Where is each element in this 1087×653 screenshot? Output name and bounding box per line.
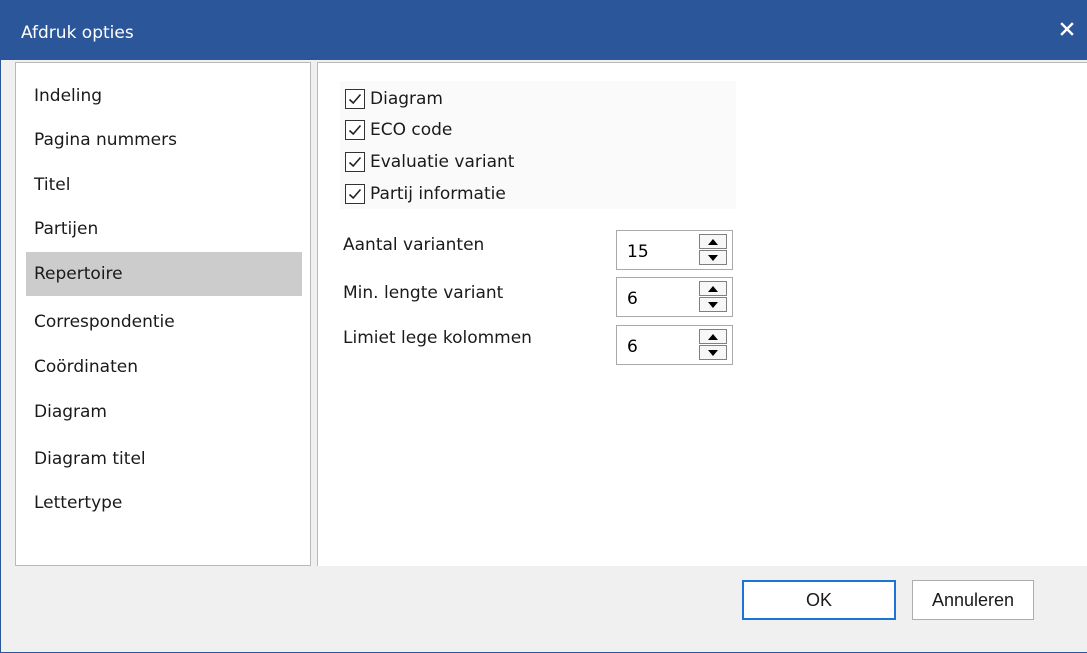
sidebar-item-repertoire[interactable]: Repertoire xyxy=(26,252,302,296)
options-panel: Diagram ECO code Evaluatie variant Parti… xyxy=(317,62,1087,566)
arrow-up-icon xyxy=(708,333,718,340)
arrow-down-icon xyxy=(708,349,718,356)
evaluatie-variant-checkbox[interactable] xyxy=(345,152,365,172)
limiet-lege-kolommen-input[interactable] xyxy=(617,326,697,364)
sidebar-item-indeling[interactable]: Indeling xyxy=(26,74,302,118)
checkmark-icon xyxy=(348,93,362,105)
print-options-dialog: Afdruk opties Indeling Pagina nummers Ti… xyxy=(0,0,1087,653)
eco-code-checkbox-row[interactable]: ECO code xyxy=(345,116,452,144)
dialog-title: Afdruk opties xyxy=(21,23,134,43)
min-lengte-variant-stepper xyxy=(616,277,733,317)
sidebar-item-lettertype[interactable]: Lettertype xyxy=(26,481,302,525)
sidebar-item-diagram-titel[interactable]: Diagram titel xyxy=(26,437,302,481)
stepper-buttons xyxy=(699,329,729,361)
checkbox-group: Diagram ECO code Evaluatie variant Parti… xyxy=(340,81,736,209)
diagram-checkbox-row[interactable]: Diagram xyxy=(345,85,443,113)
checkmark-icon xyxy=(348,156,362,168)
sidebar-item-correspondentie[interactable]: Correspondentie xyxy=(26,300,302,344)
close-icon xyxy=(1060,22,1074,36)
diagram-checkbox[interactable] xyxy=(345,89,365,109)
cancel-button[interactable]: Annuleren xyxy=(912,580,1034,620)
aantal-varianten-label: Aantal varianten xyxy=(343,235,485,255)
aantal-varianten-stepper xyxy=(616,230,733,270)
arrow-up-icon xyxy=(708,285,718,292)
sidebar-item-coordinaten[interactable]: Coördinaten xyxy=(26,345,302,389)
limiet-lege-kolommen-increment-button[interactable] xyxy=(699,329,727,344)
sidebar-item-partijen[interactable]: Partijen xyxy=(26,207,302,251)
limiet-lege-kolommen-stepper xyxy=(616,325,733,365)
sidebar-item-pagina-nummers[interactable]: Pagina nummers xyxy=(26,118,302,162)
sidebar-item-titel[interactable]: Titel xyxy=(26,163,302,207)
eco-code-checkbox[interactable] xyxy=(345,120,365,140)
arrow-up-icon xyxy=(708,238,718,245)
title-bar: Afdruk opties xyxy=(1,0,1087,60)
evaluatie-variant-checkbox-row[interactable]: Evaluatie variant xyxy=(345,148,514,176)
min-lengte-variant-label: Min. lengte variant xyxy=(343,283,504,303)
min-lengte-variant-input[interactable] xyxy=(617,278,697,316)
min-lengte-variant-decrement-button[interactable] xyxy=(699,297,727,312)
aantal-varianten-decrement-button[interactable] xyxy=(699,250,727,265)
aantal-varianten-increment-button[interactable] xyxy=(699,234,727,249)
min-lengte-variant-increment-button[interactable] xyxy=(699,281,727,296)
diagram-checkbox-label: Diagram xyxy=(370,89,443,109)
close-button[interactable] xyxy=(1052,16,1082,42)
aantal-varianten-input[interactable] xyxy=(617,231,697,269)
partij-informatie-checkbox-row[interactable]: Partij informatie xyxy=(345,180,506,208)
ok-button[interactable]: OK xyxy=(742,580,896,620)
limiet-lege-kolommen-decrement-button[interactable] xyxy=(699,345,727,360)
checkmark-icon xyxy=(348,124,362,136)
stepper-buttons xyxy=(699,281,729,313)
partij-informatie-checkbox[interactable] xyxy=(345,184,365,204)
limiet-lege-kolommen-label: Limiet lege kolommen xyxy=(343,328,532,348)
stepper-buttons xyxy=(699,234,729,266)
dialog-body: Indeling Pagina nummers Titel Partijen R… xyxy=(15,62,1087,568)
eco-code-checkbox-label: ECO code xyxy=(370,120,453,140)
partij-informatie-checkbox-label: Partij informatie xyxy=(370,184,506,204)
arrow-down-icon xyxy=(708,254,718,261)
arrow-down-icon xyxy=(708,301,718,308)
category-list: Indeling Pagina nummers Titel Partijen R… xyxy=(15,62,311,566)
sidebar-item-diagram[interactable]: Diagram xyxy=(26,390,302,434)
evaluatie-variant-checkbox-label: Evaluatie variant xyxy=(370,152,515,172)
checkmark-icon xyxy=(348,188,362,200)
